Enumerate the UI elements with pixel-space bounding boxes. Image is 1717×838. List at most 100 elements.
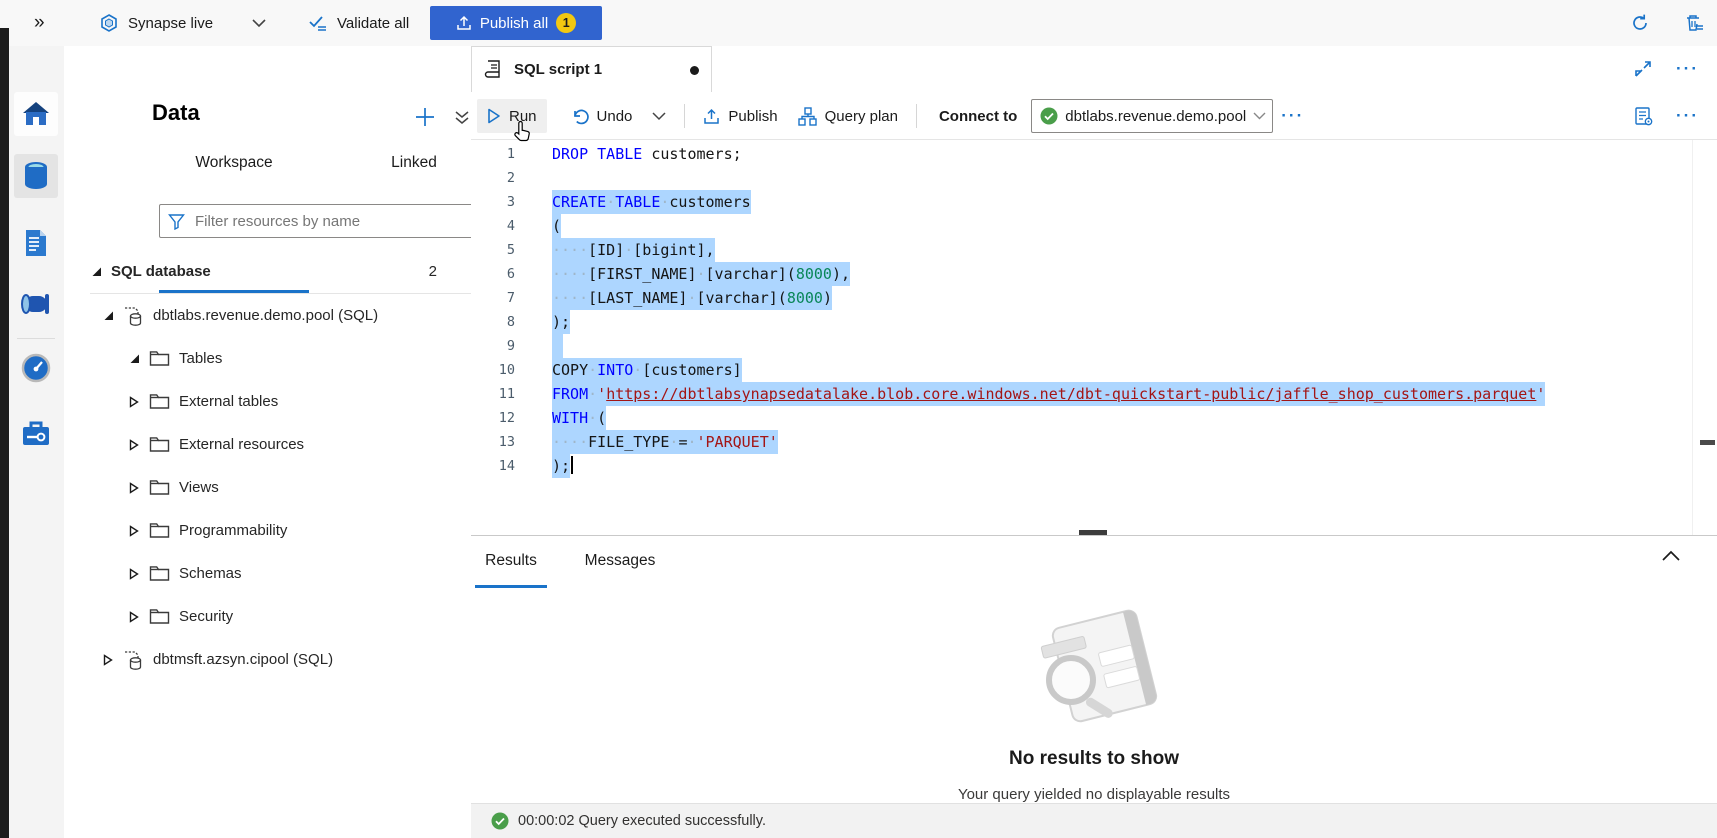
sql-database-tree: SQL database2dbtlabs.revenue.demo.pool (… xyxy=(64,250,471,681)
synapse-studio-window: » Synapse live Validate all Publish all … xyxy=(0,0,1717,838)
undo-icon xyxy=(571,108,589,125)
code-line-8[interactable]: 8); xyxy=(471,310,1545,334)
twistie-collapsed-icon[interactable] xyxy=(128,611,140,623)
publish-all-button[interactable]: Publish all 1 xyxy=(430,6,602,40)
twistie-collapsed-icon[interactable] xyxy=(128,439,140,451)
collapse-all-icon[interactable] xyxy=(454,110,470,126)
gauge-icon xyxy=(21,353,51,383)
properties-icon[interactable] xyxy=(1633,106,1654,127)
query-plan-button[interactable]: Query plan xyxy=(788,99,908,133)
tree-item-sql-database[interactable]: SQL database2 xyxy=(64,250,471,293)
line-number: 5 xyxy=(471,238,515,262)
code-line-7[interactable]: 7····[LAST_NAME]·[varchar](8000) xyxy=(471,286,1545,310)
sql-code-editor[interactable]: 1DROP TABLE customers;23CREATE·TABLE·cus… xyxy=(471,140,1717,535)
code-line-11[interactable]: 11FROM·'https://dbtlabsynapsedatalake.bl… xyxy=(471,382,1545,406)
splitter-drag-handle[interactable] xyxy=(1079,530,1107,535)
code-text: CREATE·TABLE·customers xyxy=(515,190,751,214)
undo-button[interactable]: Undo xyxy=(561,99,643,133)
twistie-collapsed-icon[interactable] xyxy=(102,654,114,666)
line-number: 13 xyxy=(471,430,515,454)
environment-dropdown-chevron[interactable] xyxy=(252,0,266,46)
document-tab-strip: SQL script 1 ··· xyxy=(471,46,1717,94)
toolbar-more-actions[interactable]: ··· xyxy=(1273,106,1312,126)
tab-label: SQL script 1 xyxy=(514,61,602,78)
collapse-results-chevron-up-icon[interactable] xyxy=(1661,550,1681,562)
tree-item-tables[interactable]: Tables xyxy=(64,337,471,380)
code-line-5[interactable]: 5····[ID]·[bigint], xyxy=(471,238,1545,262)
connect-to-pool-dropdown[interactable]: dbtlabs.revenue.demo.pool xyxy=(1031,99,1273,133)
twistie-expanded-icon[interactable] xyxy=(102,310,114,321)
discard-changes-trash-icon[interactable] xyxy=(1684,0,1704,46)
line-number: 2 xyxy=(471,166,515,190)
text-cursor xyxy=(571,456,573,474)
expand-menu-chevrons[interactable]: » xyxy=(34,0,45,46)
publish-button[interactable]: Publish xyxy=(693,99,787,133)
validate-check-icon xyxy=(308,14,328,32)
tree-item-programmability[interactable]: Programmability xyxy=(64,509,471,552)
sidebar-item-integrate[interactable] xyxy=(14,282,58,326)
run-button[interactable]: Run xyxy=(477,99,547,133)
sidebar-item-home[interactable] xyxy=(14,92,58,136)
tree-item-label: Tables xyxy=(179,350,222,367)
code-line-9[interactable]: 9 xyxy=(471,334,1545,358)
sidebar-item-manage[interactable] xyxy=(14,411,58,455)
tab-more-actions[interactable]: ··· xyxy=(1668,59,1707,79)
undo-dropdown-chevron[interactable] xyxy=(642,99,676,133)
filter-resources-box xyxy=(159,204,517,238)
no-results-illustration xyxy=(1009,604,1179,732)
twistie-collapsed-icon[interactable] xyxy=(128,525,140,537)
filter-resources-input[interactable] xyxy=(193,212,508,231)
code-text: FROM·'https://dbtlabsynapsedatalake.blob… xyxy=(515,382,1545,406)
top-command-bar: » Synapse live Validate all Publish all … xyxy=(0,0,1717,47)
tree-item-label: External resources xyxy=(179,436,304,453)
sidebar-item-develop[interactable] xyxy=(14,221,58,265)
tree-item-security[interactable]: Security xyxy=(64,595,471,638)
twistie-collapsed-icon[interactable] xyxy=(128,482,140,494)
tree-item-views[interactable]: Views xyxy=(64,466,471,509)
tree-item-external-tables[interactable]: External tables xyxy=(64,380,471,423)
code-line-14[interactable]: 14); xyxy=(471,454,1545,478)
code-line-2[interactable]: 2 xyxy=(471,166,1545,190)
data-panel-tabs: Workspace Linked xyxy=(64,154,471,190)
sidebar-item-monitor[interactable] xyxy=(14,346,58,390)
environment-switcher[interactable]: Synapse live xyxy=(100,0,213,46)
tab-workspace[interactable]: Workspace xyxy=(159,154,309,187)
line-number: 8 xyxy=(471,310,515,334)
double-chevron-right-icon: » xyxy=(34,12,45,34)
tab-results[interactable]: Results xyxy=(475,536,547,585)
add-resource-button[interactable] xyxy=(414,106,436,128)
code-line-10[interactable]: 10COPY·INTO·[customers] xyxy=(471,358,1545,382)
expand-editor-icon[interactable] xyxy=(1634,60,1652,78)
code-text: ( xyxy=(515,214,561,238)
tree-item-dbtmsft-azsyn-cipool-sql[interactable]: dbtmsft.azsyn.cipool (SQL) xyxy=(64,638,471,681)
code-text: ····FILE_TYPE·=·'PARQUET' xyxy=(515,430,778,454)
publish-all-label: Publish all xyxy=(480,15,548,32)
twistie-collapsed-icon[interactable] xyxy=(128,568,140,580)
editor-more-actions[interactable]: ··· xyxy=(1668,106,1707,126)
twistie-collapsed-icon[interactable] xyxy=(128,396,140,408)
code-line-13[interactable]: 13····FILE_TYPE·=·'PARQUET' xyxy=(471,430,1545,454)
sidebar-item-data[interactable] xyxy=(14,154,58,198)
database-icon xyxy=(123,649,144,671)
tree-item-external-resources[interactable]: External resources xyxy=(64,423,471,466)
tree-item-label: External tables xyxy=(179,393,278,410)
twistie-expanded-icon[interactable] xyxy=(90,266,102,277)
code-line-6[interactable]: 6····[FIRST_NAME]·[varchar](8000), xyxy=(471,262,1545,286)
tab-linked[interactable]: Linked xyxy=(354,154,474,187)
code-line-1[interactable]: 1DROP TABLE customers; xyxy=(471,142,1545,166)
editor-toolbar: Run Undo Publish Query plan Connect to d… xyxy=(471,93,1717,140)
chevron-down-icon xyxy=(1253,112,1266,120)
tree-item-label: dbtmsft.azsyn.cipool (SQL) xyxy=(153,651,333,668)
twistie-expanded-icon[interactable] xyxy=(128,353,140,364)
refresh-button[interactable] xyxy=(1630,0,1650,46)
tree-item-dbtlabs-revenue-demo-pool-sql[interactable]: dbtlabs.revenue.demo.pool (SQL) xyxy=(64,294,471,337)
code-lines: 1DROP TABLE customers;23CREATE·TABLE·cus… xyxy=(471,142,1545,478)
code-line-12[interactable]: 12WITH·( xyxy=(471,406,1545,430)
tab-messages[interactable]: Messages xyxy=(577,536,663,585)
tree-item-schemas[interactable]: Schemas xyxy=(64,552,471,595)
code-line-4[interactable]: 4( xyxy=(471,214,1545,238)
editor-scrollbar[interactable] xyxy=(1692,140,1693,535)
tab-sql-script-1[interactable]: SQL script 1 xyxy=(471,46,712,92)
validate-all-button[interactable]: Validate all xyxy=(308,0,409,46)
code-line-3[interactable]: 3CREATE·TABLE·customers xyxy=(471,190,1545,214)
